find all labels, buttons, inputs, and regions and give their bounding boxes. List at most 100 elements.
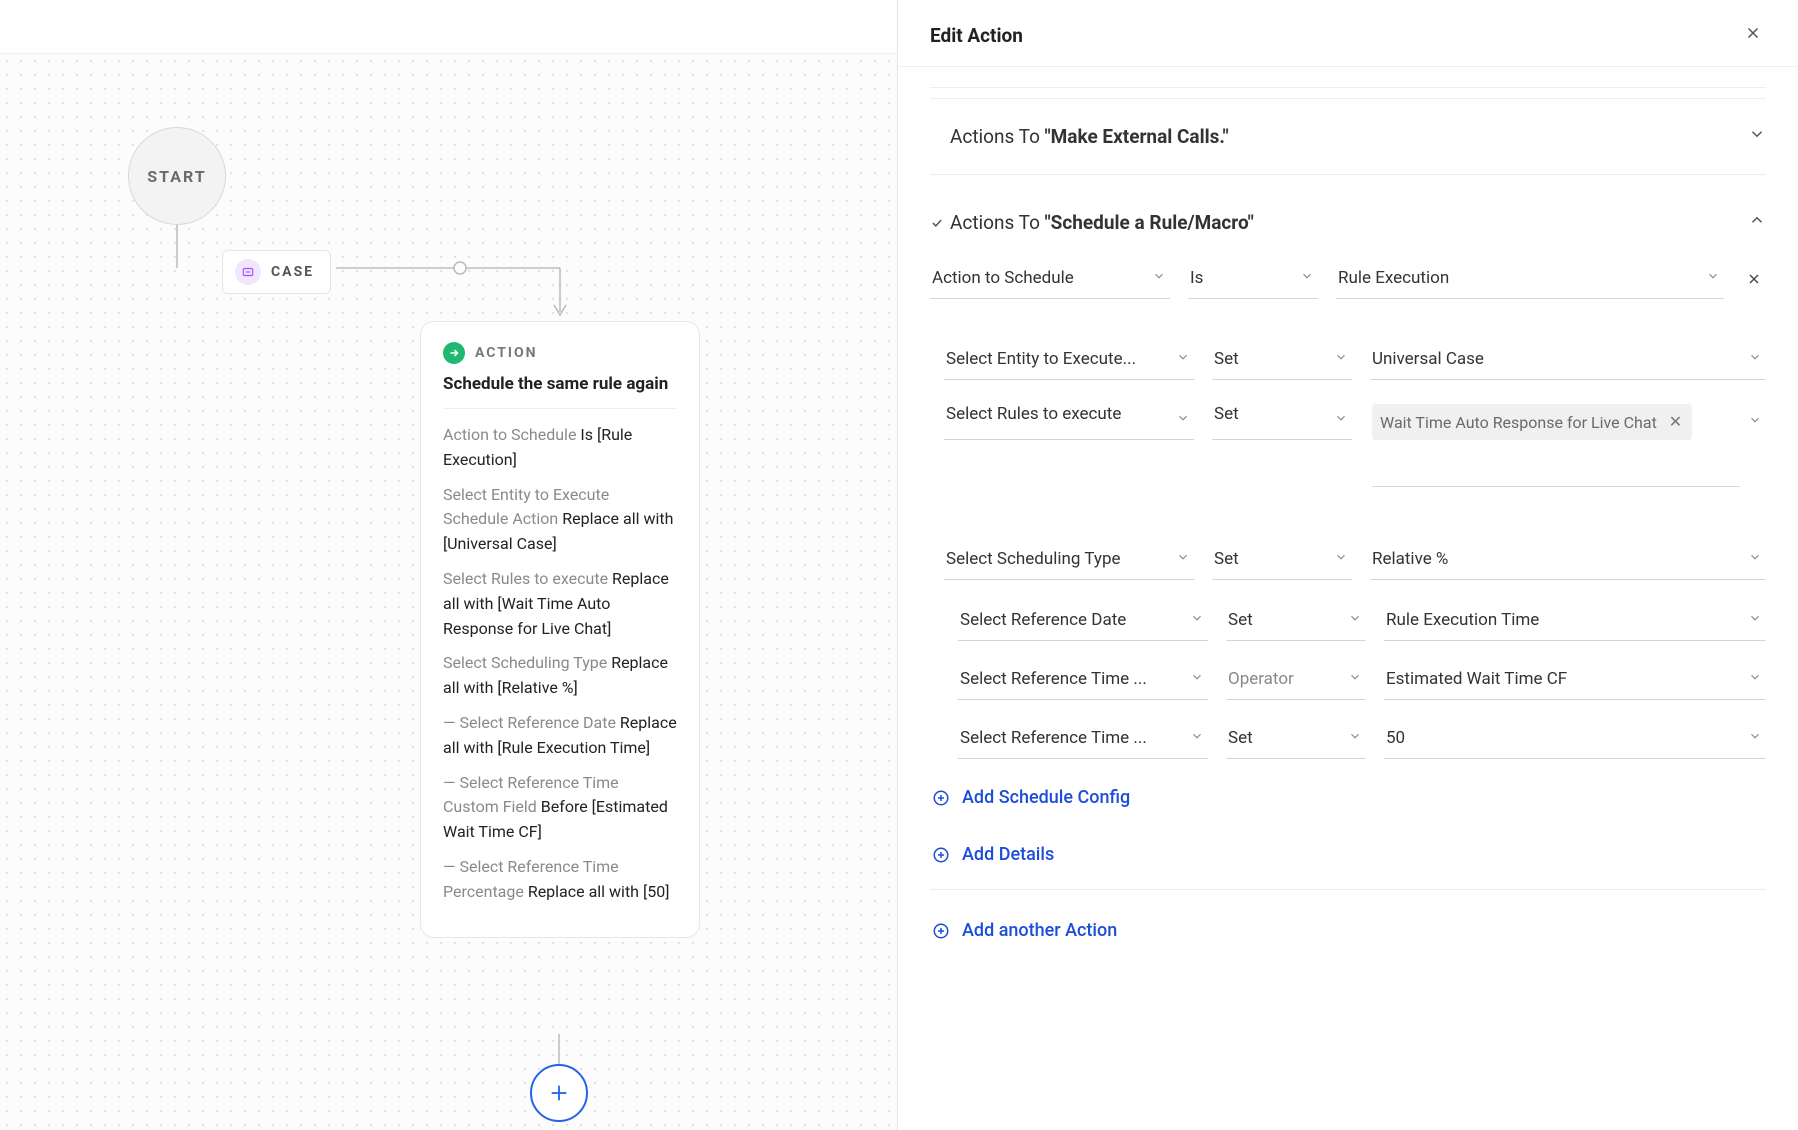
chevron-up-icon — [1748, 211, 1766, 234]
action-line-value: Replace all with [50] — [528, 882, 670, 901]
config-row: Select Entity to Execute... Set Universal … — [930, 333, 1766, 390]
config-field-select[interactable]: Select Reference Date — [958, 604, 1208, 641]
section-header-external-calls[interactable]: Actions To "Make External Calls." — [930, 99, 1766, 174]
config-field-select[interactable]: Select Reference Time ... — [958, 663, 1208, 700]
config-operator-select[interactable]: Set — [1212, 343, 1352, 380]
action-to-schedule-field[interactable]: Action to Schedule — [930, 262, 1170, 299]
chevron-down-icon — [1348, 728, 1362, 748]
plus-circle-icon — [930, 922, 952, 940]
action-node[interactable]: ACTION Schedule the same rule again Acti… — [420, 321, 700, 938]
config-value-select[interactable]: Estimated Wait Time CF — [1384, 663, 1766, 700]
add-another-action-link[interactable]: Add another Action — [930, 902, 1766, 959]
add-node-button[interactable] — [530, 1064, 588, 1122]
config-value-select[interactable]: Relative % — [1370, 543, 1766, 580]
section-title-schedule-rule: Actions To "Schedule a Rule/Macro" — [950, 211, 1748, 234]
plus-circle-icon — [930, 846, 952, 864]
action-line: Select Scheduling Type Replace all with … — [443, 651, 677, 701]
config-operator-select[interactable]: Set — [1212, 404, 1352, 440]
config-value-select[interactable]: Universal Case — [1370, 343, 1766, 380]
chevron-down-icon — [1190, 669, 1204, 689]
action-line-key: — Select Reference Date — [443, 713, 620, 732]
chevron-down-icon — [1748, 412, 1762, 432]
action-node-header-label: ACTION — [475, 345, 538, 361]
action-line-key: Select Rules to execute — [443, 569, 612, 588]
config-operator-select[interactable]: Set — [1212, 543, 1352, 580]
action-node-body: Action to Schedule Is [Rule Execution] Se… — [443, 423, 677, 905]
config-value-select[interactable]: Rule Execution Time — [1384, 604, 1766, 641]
close-icon — [1746, 271, 1762, 287]
chevron-down-icon — [1748, 728, 1762, 748]
config-field-select[interactable]: Select Reference Time ... — [958, 722, 1208, 759]
chevron-down-icon — [1706, 268, 1720, 288]
chevron-down-icon — [1176, 349, 1190, 369]
case-node-label: CASE — [271, 264, 314, 280]
action-line: Select Entity to Execute Schedule Action… — [443, 483, 677, 557]
chevron-down-icon — [1334, 410, 1348, 430]
chevron-down-icon — [1348, 669, 1362, 689]
action-line: — Select Reference Time Custom Field Bef… — [443, 771, 677, 845]
action-line: Select Rules to execute Replace all with… — [443, 567, 677, 641]
section-title-external-calls: Actions To "Make External Calls." — [950, 125, 1748, 148]
plus-icon — [548, 1082, 570, 1104]
config-operator-select[interactable]: Set — [1226, 722, 1366, 759]
start-node-label: START — [147, 167, 206, 186]
flow-canvas-wrap: START CASE ACT — [0, 0, 898, 1130]
action-line-key: Select Scheduling Type — [443, 653, 611, 672]
config-value-select[interactable]: 50 — [1384, 722, 1766, 759]
action-line: — Select Reference Time Percentage Repla… — [443, 855, 677, 905]
chevron-down-icon — [1300, 268, 1314, 288]
config-field-select[interactable]: Select Scheduling Type — [944, 543, 1194, 580]
chevron-down-icon — [1748, 549, 1762, 569]
chevron-down-icon — [1748, 349, 1762, 369]
close-panel-button[interactable] — [1740, 18, 1766, 52]
chevron-down-icon — [1748, 610, 1762, 630]
config-operator-select[interactable]: Set — [1226, 604, 1366, 641]
section-content-schedule-rule: Action to Schedule Is Rule Execution — [930, 252, 1766, 889]
remove-condition-button[interactable] — [1742, 267, 1766, 294]
action-icon — [443, 342, 465, 364]
chevron-down-icon — [1334, 549, 1348, 569]
config-row: Select Reference Time ... Set 50 — [930, 712, 1766, 769]
action-line-key: Action to Schedule — [443, 425, 580, 444]
config-operator-select[interactable]: Operator — [1226, 663, 1366, 700]
action-node-header: ACTION — [443, 342, 677, 364]
action-to-schedule-value[interactable]: Rule Execution — [1336, 262, 1724, 299]
chevron-down-icon — [1748, 125, 1766, 148]
plus-circle-icon — [930, 789, 952, 807]
panel-body: Actions To "Make External Calls." Action… — [898, 67, 1798, 1130]
panel-title: Edit Action — [930, 24, 1023, 47]
selected-rule-tag: Wait Time Auto Response for Live Chat✕ — [1372, 404, 1692, 440]
section-check-schedule-rule — [930, 216, 950, 230]
config-row: Select Reference Time ... Operator Estimat… — [930, 653, 1766, 710]
edit-action-panel: Edit Action Actions To "Make External Ca… — [898, 0, 1798, 1130]
flow-canvas[interactable]: START CASE ACT — [0, 54, 897, 1130]
remove-tag-button[interactable]: ✕ — [1667, 412, 1684, 432]
panel-header: Edit Action — [898, 0, 1798, 67]
action-to-schedule-operator[interactable]: Is — [1188, 262, 1318, 299]
start-node[interactable]: START — [128, 127, 226, 225]
canvas-topbar — [0, 0, 897, 54]
config-row: Select Rules to execute Set Wait Time Auto… — [930, 394, 1766, 497]
action-line: Action to Schedule Is [Rule Execution] — [443, 423, 677, 473]
config-value-select[interactable]: Wait Time Auto Response for Live Chat✕ — [1370, 404, 1766, 487]
chevron-down-icon — [1190, 610, 1204, 630]
add-schedule-config-link[interactable]: Add Schedule Config — [930, 769, 1766, 826]
chevron-down-icon — [1334, 349, 1348, 369]
config-field-select[interactable]: Select Entity to Execute... — [944, 343, 1194, 380]
add-details-link[interactable]: Add Details — [930, 826, 1766, 883]
config-row: Select Reference Date Set Rule Execution T… — [930, 594, 1766, 651]
chevron-down-icon — [1176, 410, 1190, 430]
section-schedule-rule: Actions To "Schedule a Rule/Macro" Actio… — [930, 185, 1766, 890]
case-node[interactable]: CASE — [222, 250, 331, 294]
action-line: — Select Reference Date Replace all with… — [443, 711, 677, 761]
case-icon — [235, 259, 261, 285]
section-header-schedule-rule[interactable]: Actions To "Schedule a Rule/Macro" — [930, 185, 1766, 252]
chevron-down-icon — [1176, 549, 1190, 569]
section-external-calls: Actions To "Make External Calls." — [930, 98, 1766, 175]
config-field-select[interactable]: Select Rules to execute — [944, 404, 1194, 440]
chevron-down-icon — [1190, 728, 1204, 748]
chevron-down-icon — [1348, 610, 1362, 630]
config-row: Select Scheduling Type Set Relative % — [930, 533, 1766, 590]
close-icon — [1744, 24, 1762, 42]
chevron-down-icon — [1748, 669, 1762, 689]
